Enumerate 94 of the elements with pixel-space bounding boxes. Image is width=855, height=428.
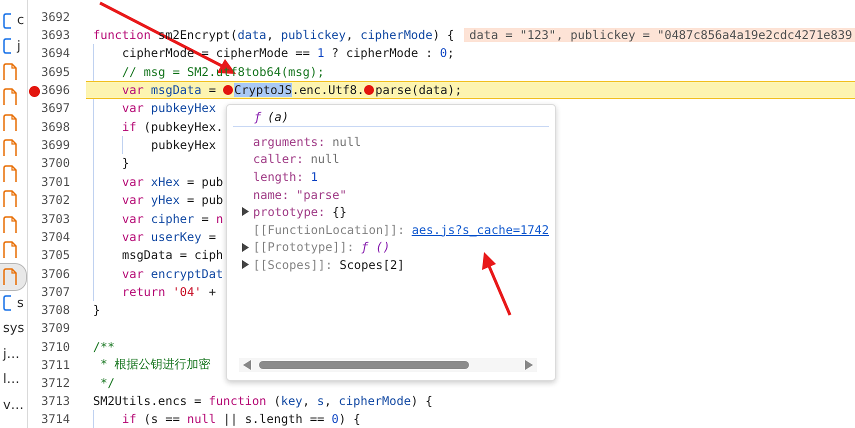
breakpoint-icon[interactable] <box>29 86 40 97</box>
line-number: 3700 <box>41 156 70 170</box>
code-text: /** <box>93 340 115 354</box>
property-value: ƒ () <box>361 240 390 254</box>
line-number: 3693 <box>41 28 70 42</box>
file-name[interactable]: sys <box>3 321 24 336</box>
file-name[interactable]: j <box>17 38 21 54</box>
property-value: null <box>332 134 362 149</box>
line-number: 3699 <box>41 138 70 152</box>
script-file-icon[interactable] <box>3 38 12 54</box>
scroll-left-icon[interactable] <box>243 360 251 370</box>
property-value: Scopes[2] <box>339 258 405 272</box>
line-number: 3696 <box>41 82 70 97</box>
code-text: CryptoJS.enc.Utf8. <box>234 82 364 97</box>
script-file-icon[interactable] <box>3 295 12 312</box>
property-name: name: <box>253 188 290 202</box>
file-icon[interactable] <box>3 241 17 260</box>
expand-triangle-icon[interactable] <box>242 242 249 252</box>
line-number: 3698 <box>41 120 70 134</box>
line-number: 3692 <box>41 10 70 24</box>
property-value: null <box>310 152 340 166</box>
line-number: 3711 <box>41 358 70 372</box>
code-text: var userKey = <box>122 230 216 244</box>
file-name[interactable]: v… <box>3 398 24 413</box>
function-params: (a) <box>267 110 289 124</box>
file-name[interactable]: j… <box>3 346 20 362</box>
code-text: if (s == null || s.length == 0) { <box>122 412 360 426</box>
code-text: var yHex = pub <box>122 193 224 208</box>
code-text: return '04' + <box>122 285 216 300</box>
property-name: caller: <box>253 152 304 166</box>
source-link[interactable]: aes.js?s_cache=1742 <box>412 222 549 237</box>
scrollbar-thumb[interactable] <box>259 361 469 369</box>
script-file-icon[interactable] <box>3 12 12 29</box>
property-name: [[Scopes]]: <box>253 258 332 272</box>
line-number: 3702 <box>41 193 70 208</box>
property-name: [[Prototype]]: <box>253 240 354 254</box>
file-icon[interactable] <box>3 62 17 81</box>
line-number: 3710 <box>41 340 70 354</box>
file-icon[interactable] <box>3 268 17 286</box>
file-name[interactable]: c <box>17 13 24 28</box>
code-text: var msgData = <box>122 82 217 97</box>
file-name[interactable]: l… <box>3 372 20 388</box>
file-icon[interactable] <box>3 114 17 132</box>
property-name: prototype: <box>253 205 326 220</box>
expand-triangle-icon[interactable] <box>242 260 249 270</box>
code-text: msgData = ciph <box>122 248 224 262</box>
horizontal-scrollbar[interactable] <box>239 358 537 372</box>
line-number: 3697 <box>41 101 70 116</box>
breakpoint-icon[interactable] <box>364 84 374 95</box>
breakpoint-icon[interactable] <box>223 84 234 95</box>
line-number: 3705 <box>41 248 70 262</box>
code-text: var pubkeyHex <box>122 101 216 116</box>
line-number: 3712 <box>41 376 70 390</box>
code-text: parse(data); <box>375 82 462 97</box>
function-icon: ƒ <box>254 110 262 124</box>
property-name: arguments: <box>253 134 326 149</box>
code-text: // msg = SM2.utf8tob64(msg); <box>122 64 324 79</box>
line-number: 3713 <box>41 394 70 408</box>
file-icon[interactable] <box>3 164 17 183</box>
line-number: 3708 <box>41 303 70 318</box>
code-text: } <box>122 156 130 170</box>
line-number: 3706 <box>41 266 70 281</box>
annotation-arrow <box>482 252 512 316</box>
code-text: */ <box>99 376 115 390</box>
code-text: } <box>93 303 100 318</box>
code-text: var encryptDat <box>122 266 224 281</box>
file-icon[interactable] <box>3 139 17 158</box>
line-number: 3694 <box>41 46 70 60</box>
file-icon[interactable] <box>3 190 17 208</box>
expand-triangle-icon[interactable] <box>242 207 249 216</box>
line-number: 3703 <box>41 212 70 226</box>
property-value: {} <box>332 205 347 220</box>
file-icon[interactable] <box>3 216 17 234</box>
code-text: * 根据公钥进行加密 <box>99 356 211 374</box>
property-name: length: <box>253 170 304 184</box>
scroll-right-icon[interactable] <box>525 360 533 370</box>
code-text: var xHex = pub <box>122 174 224 189</box>
line-number: 3714 <box>41 412 70 426</box>
line-number: 3704 <box>41 230 70 244</box>
code-text: cipherMode = cipherMode == 1 ? cipherMode : 0; <box>122 46 454 60</box>
line-number: 3709 <box>41 321 70 336</box>
property-value: "parse" <box>296 188 347 202</box>
inline-value-hint: data = "123", publickey = "0487c856a4a19e2cdc4271e839 <box>464 28 855 42</box>
property-name: [[FunctionLocation]]: <box>253 222 405 237</box>
code-text: pubkeyHex <box>151 138 216 152</box>
line-number: 3695 <box>41 64 70 79</box>
file-name[interactable]: s <box>17 296 24 311</box>
code-text: var cipher = n <box>122 212 224 226</box>
code-text: if (pubkeyHex. <box>122 120 224 134</box>
file-icon[interactable] <box>3 88 17 106</box>
line-number: 3701 <box>41 174 70 189</box>
property-value: 1 <box>310 170 318 184</box>
line-number: 3707 <box>41 285 70 300</box>
code-text: SM2Utils.encs = function (key, s, cipherMode) { <box>93 394 433 408</box>
